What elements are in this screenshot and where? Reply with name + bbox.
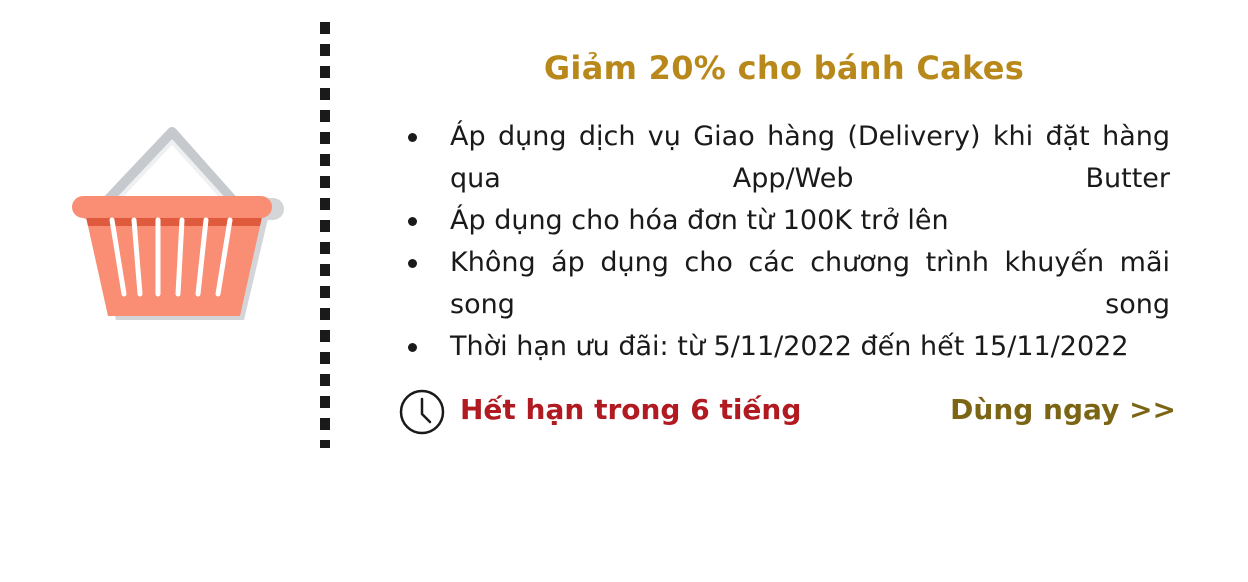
condition-item: Áp dụng cho hóa đơn từ 100K trở lên: [398, 200, 1170, 242]
coupon-conditions: Áp dụng dịch vụ Giao hàng (Delivery) khi…: [398, 116, 1170, 368]
condition-item: Áp dụng dịch vụ Giao hàng (Delivery) khi…: [398, 116, 1170, 200]
shopping-basket-icon: [72, 127, 284, 320]
coupon-details: Giảm 20% cho bánh Cakes Áp dụng dịch vụ …: [398, 40, 1170, 368]
use-now-button[interactable]: Dùng ngay >>: [950, 386, 1176, 434]
condition-item: Không áp dụng cho các chương trình khuyế…: [398, 242, 1170, 326]
expiry-countdown: Hết hạn trong 6 tiếng: [460, 393, 802, 426]
condition-item: Thời hạn ưu đãi: từ 5/11/2022 đến hết 15…: [398, 326, 1170, 368]
coupon-footer: Hết hạn trong 6 tiếng Dùng ngay >>: [398, 386, 1176, 435]
coupon-title: Giảm 20% cho bánh Cakes: [543, 49, 1025, 87]
clock-icon: [399, 389, 445, 435]
dashed-divider: [320, 22, 330, 448]
